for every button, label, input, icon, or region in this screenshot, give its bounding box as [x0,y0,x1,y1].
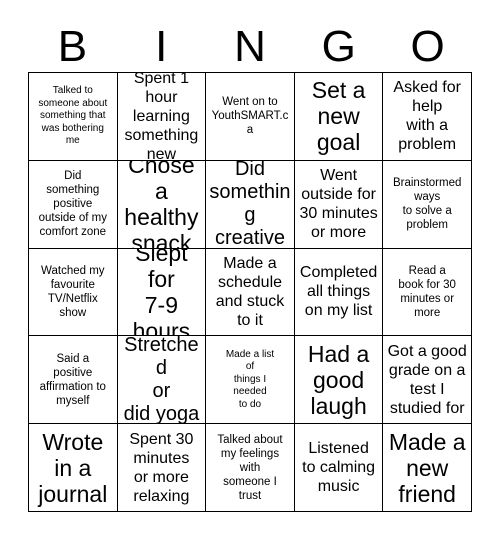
bingo-square[interactable]: Listened to calming music [294,424,384,512]
bingo-square-label: Had a good laugh [307,340,370,419]
bingo-square[interactable]: Stretched or did yoga [117,336,207,425]
bingo-square[interactable]: Slept for 7-9 hours [117,248,207,337]
bingo-square[interactable]: Asked for help with a problem [383,73,472,161]
bingo-header-letter-i: I [155,22,168,71]
bingo-grid: Talked to someone about something that w… [28,72,472,512]
bingo-square-label: Got a good grade on a test I studied for [387,342,467,417]
bingo-square[interactable]: Made a new friend [383,424,472,512]
bingo-square[interactable]: Went outside for 30 minutes or more [294,160,384,249]
bingo-square-label: Watched my favourite TV/Netflix show [41,264,105,319]
bingo-square-label: Spent 30 minutes or more relaxing [129,430,194,505]
bingo-square-label: Made a list of things I needed to do [225,348,275,410]
bingo-square-label: Went on to YouthSMART.ca [211,96,289,137]
bingo-square-label: Read a book for 30 minutes or more [398,264,456,319]
bingo-square-label: Did something creative [209,160,291,249]
bingo-square[interactable]: Went on to YouthSMART.ca [206,73,295,161]
bingo-square-label: Went outside for 30 minutes or more [299,167,378,242]
bingo-square[interactable]: Set a new goal [294,73,384,161]
bingo-square-label: Brainstormed ways to solve a problem [392,177,462,232]
bingo-square[interactable]: Did something creative [206,160,295,249]
bingo-square[interactable]: Brainstormed ways to solve a problem [383,160,472,249]
bingo-square[interactable]: Said a positive affirmation to myself [29,336,118,425]
bingo-square[interactable]: Completed all things on my list [294,248,384,337]
bingo-square[interactable]: Made a schedule and stuck to it [206,248,295,337]
bingo-square[interactable]: Spent 30 minutes or more relaxing [117,424,207,512]
bingo-square[interactable]: Did something positive outside of my com… [29,160,118,249]
bingo-square-label: Set a new goal [311,77,366,156]
bingo-header-letter-n: N [234,22,266,71]
bingo-square-label: Talked about my feelings with someone I … [217,433,283,502]
bingo-square-label: Did something positive outside of my com… [38,170,107,239]
bingo-header-letter-g: G [321,22,356,71]
bingo-square[interactable]: Talked to someone about something that w… [29,73,118,161]
bingo-square-label: Said a positive affirmation to myself [39,352,106,407]
bingo-square-label: Asked for help with a problem [393,79,461,154]
bingo-square-label: Listened to calming music [302,440,376,496]
bingo-square[interactable]: Had a good laugh [294,336,384,425]
bingo-square[interactable]: Read a book for 30 minutes or more [383,248,472,337]
bingo-square-label: Completed all things on my list [299,264,378,320]
bingo-square[interactable]: Watched my favourite TV/Netflix show [29,248,118,337]
bingo-square-label: Slept for 7-9 hours [132,248,191,337]
bingo-square[interactable]: Wrote in a journal [29,424,118,512]
bingo-header: B I N G O [28,14,472,70]
bingo-square[interactable]: Chose a healthy snack [117,160,207,249]
bingo-square[interactable]: Got a good grade on a test I studied for [383,336,472,425]
bingo-square-label: Chose a healthy snack [124,160,199,249]
bingo-square-label: Stretched or did yoga [123,336,200,425]
bingo-header-letter-o: O [410,22,445,71]
bingo-square-label: Spent 1 hour learning something new [124,73,199,161]
bingo-square-label: Wrote in a journal [38,428,108,507]
bingo-square[interactable]: Spent 1 hour learning something new [117,73,207,161]
bingo-square-label: Made a schedule and stuck to it [215,254,285,329]
bingo-square-label: Made a new friend [388,428,466,507]
bingo-card: B I N G O Talked to someone about someth… [0,0,500,544]
bingo-square[interactable]: Talked about my feelings with someone I … [206,424,295,512]
bingo-square-label: Talked to someone about something that w… [38,85,108,147]
bingo-square[interactable]: Made a list of things I needed to do [206,336,295,425]
bingo-header-letter-b: B [57,22,88,71]
